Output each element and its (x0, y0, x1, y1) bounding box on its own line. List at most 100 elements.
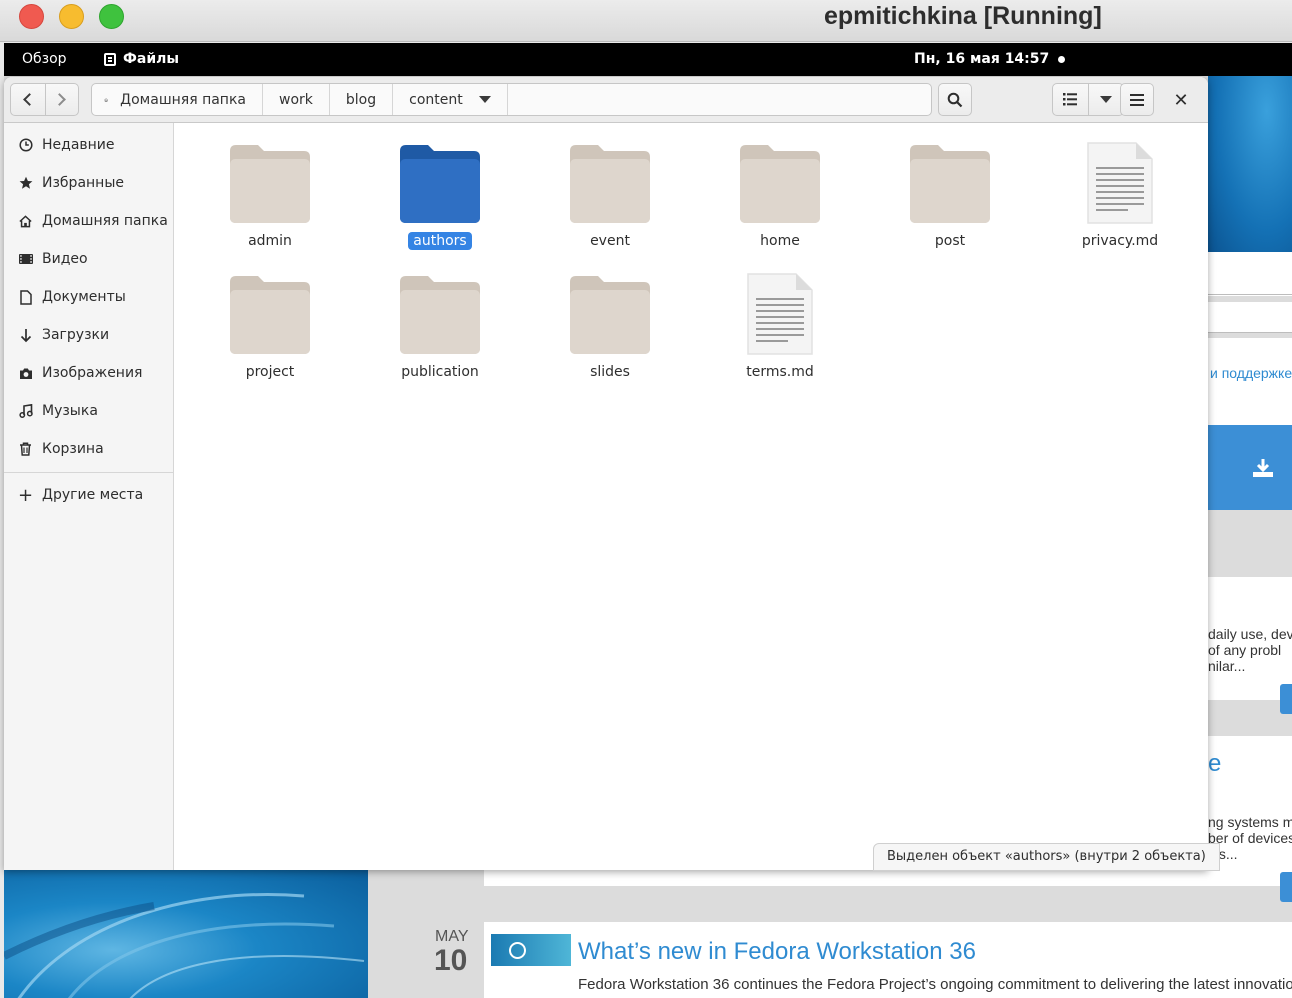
home-icon (104, 97, 108, 102)
folder-item-project[interactable]: project (180, 254, 330, 380)
background-divider (1208, 294, 1292, 295)
item-label: home (760, 233, 800, 249)
folder-item-event[interactable]: event (520, 123, 670, 249)
sidebar-item-trash[interactable]: Корзина (4, 430, 173, 468)
sidebar-item-label: Видео (42, 251, 88, 267)
background-card-text: daily use, dev (1208, 626, 1292, 642)
article-headline[interactable]: What’s new in Fedora Workstation 36 (578, 938, 976, 966)
window-close-button[interactable]: ✕ (1170, 89, 1192, 111)
document-icon (18, 289, 33, 305)
article-teaser: Fedora Workstation 36 continues the Fedo… (578, 976, 1292, 993)
background-card-text: ber of devices (1208, 830, 1292, 846)
breadcrumb-content[interactable]: content (393, 84, 508, 115)
background-support-link[interactable]: и поддержке (1210, 365, 1292, 381)
sidebar-separator (4, 472, 173, 473)
sidebar-item-label: Избранные (42, 175, 124, 191)
background-card-button[interactable] (1280, 684, 1292, 714)
background-banner-image (1208, 76, 1292, 252)
item-label-wrap: privacy.md (1030, 232, 1208, 250)
file-item-privacy-md[interactable]: privacy.md (1030, 123, 1180, 249)
text-document-icon (746, 272, 814, 356)
files-window: Домашняя папка work blog content ✕ Недав… (4, 77, 1208, 870)
file-item-terms-md[interactable]: terms.md (690, 254, 840, 380)
app-menu-button[interactable]: Файлы (104, 43, 179, 76)
desktop-wallpaper (4, 866, 368, 998)
sidebar-item-label: Документы (42, 289, 126, 305)
sidebar-item-other-places[interactable]: + Другие места (4, 476, 173, 514)
sidebar-item-recent[interactable]: Недавние (4, 126, 173, 164)
search-button[interactable] (938, 83, 972, 116)
breadcrumb-work[interactable]: work (263, 84, 330, 115)
gnome-top-bar: Обзор Файлы Пн, 16 мая 14:57 (4, 43, 1292, 76)
folder-item-admin[interactable]: admin (180, 123, 330, 249)
view-options-button[interactable] (1087, 84, 1123, 115)
breadcrumb-blog[interactable]: blog (330, 84, 394, 115)
breadcrumb-home[interactable]: Домашняя папка (92, 84, 263, 115)
clock[interactable]: Пн, 16 мая 14:57 (914, 43, 1049, 76)
folder-item-publication[interactable]: publication (350, 254, 500, 380)
sidebar-item-home[interactable]: Домашняя папка (4, 202, 173, 240)
view-options-icon (1099, 96, 1112, 103)
video-icon (18, 252, 33, 267)
background-card-title[interactable]: e (1208, 750, 1292, 778)
article-date-day: 10 (434, 944, 468, 977)
sidebar-item-documents[interactable]: Документы (4, 278, 173, 316)
item-label-wrap: admin (180, 232, 360, 250)
article-thumbnail[interactable] (491, 934, 571, 966)
main-menu-button[interactable] (1120, 83, 1154, 116)
close-icon: ✕ (1173, 89, 1189, 111)
file-icon-grid: admin authors event home post privacy.md proje… (175, 123, 1208, 870)
sidebar-item-pictures[interactable]: Изображения (4, 354, 173, 392)
vm-window-titlebar: epmitichkina [Running] (0, 0, 1292, 42)
back-icon (23, 93, 37, 106)
folder-item-authors[interactable]: authors (350, 123, 500, 250)
folder-item-post[interactable]: post (860, 123, 1010, 249)
list-view-button[interactable] (1053, 84, 1088, 115)
status-overlay: Выделен объект «authors» (внутри 2 объек… (873, 843, 1220, 871)
folder-icon (740, 145, 820, 223)
files-app-icon (104, 53, 116, 66)
folder-item-slides[interactable]: slides (520, 254, 670, 380)
item-label: slides (590, 364, 630, 380)
folder-item-home[interactable]: home (690, 123, 840, 249)
item-label: privacy.md (1081, 233, 1159, 249)
window-close-traffic-light[interactable] (19, 4, 44, 29)
background-card-text: nilar... (1208, 658, 1246, 674)
item-label: admin (248, 233, 292, 249)
item-label-wrap: event (520, 232, 700, 250)
star-icon (18, 176, 33, 191)
window-maximize-traffic-light[interactable] (99, 4, 124, 29)
folder-icon (230, 276, 310, 354)
sidebar-item-videos[interactable]: Видео (4, 240, 173, 278)
sidebar-item-label: Изображения (42, 365, 143, 381)
item-label-wrap: post (860, 232, 1040, 250)
background-card-button[interactable] (1280, 872, 1292, 902)
item-label: post (934, 233, 966, 249)
item-label-wrap: authors (350, 232, 530, 250)
item-label-wrap: home (690, 232, 870, 250)
item-label: publication (401, 364, 479, 380)
item-label: authors (408, 232, 472, 250)
folder-icon (400, 276, 480, 354)
item-label-wrap: terms.md (690, 363, 870, 381)
item-label: event (590, 233, 630, 249)
background-card-text: of any probl (1208, 642, 1282, 658)
trash-icon (18, 442, 33, 457)
notification-dot-icon (1058, 56, 1065, 63)
sidebar-item-music[interactable]: Музыка (4, 392, 173, 430)
sidebar-item-starred[interactable]: Избранные (4, 164, 173, 202)
item-label: terms.md (746, 364, 814, 380)
sidebar-item-label: Загрузки (42, 327, 110, 343)
sidebar-item-downloads[interactable]: Загрузки (4, 316, 173, 354)
activities-button[interactable]: Обзор (22, 43, 67, 76)
back-button[interactable] (11, 84, 45, 115)
item-label: project (245, 364, 295, 380)
window-minimize-traffic-light[interactable] (59, 4, 84, 29)
download-icon (18, 328, 33, 343)
sidebar-item-label: Корзина (42, 441, 104, 457)
home-icon (18, 214, 33, 229)
background-divider (1208, 332, 1292, 333)
background-download-banner[interactable] (1208, 425, 1292, 510)
forward-button[interactable] (44, 84, 79, 115)
sidebar-item-label: Недавние (42, 137, 115, 153)
